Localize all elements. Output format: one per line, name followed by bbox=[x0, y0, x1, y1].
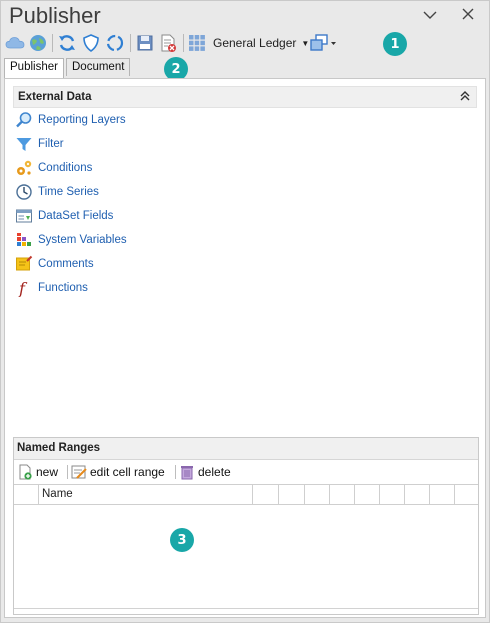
named-ranges-title: Named Ranges bbox=[17, 442, 101, 454]
named-ranges-grid-header: Name bbox=[14, 484, 478, 505]
external-data-item-label: DataSet Fields bbox=[38, 210, 114, 222]
column-divider bbox=[404, 485, 405, 504]
toolbar-separator bbox=[67, 465, 68, 479]
external-data-item-label: Functions bbox=[38, 282, 88, 294]
svg-text:f: f bbox=[18, 279, 28, 297]
named-ranges-toolbar: new edit cell range delete bbox=[14, 460, 478, 484]
callout-badge: 1 bbox=[383, 32, 407, 56]
tab-document[interactable]: Document bbox=[66, 58, 131, 76]
column-header-name[interactable]: Name bbox=[42, 488, 73, 500]
comment-icon bbox=[15, 255, 33, 273]
save-icon[interactable] bbox=[135, 33, 155, 53]
edit-cell-range-button[interactable]: edit cell range bbox=[71, 463, 165, 481]
toolbar-separator bbox=[175, 465, 176, 479]
external-data-item-time-series[interactable]: Time Series bbox=[15, 183, 99, 201]
toolbar-separator bbox=[52, 34, 53, 52]
delete-range-label: delete bbox=[198, 465, 231, 479]
delete-range-button[interactable]: delete bbox=[179, 463, 231, 481]
external-data-item-filter[interactable]: Filter bbox=[15, 135, 64, 153]
grid-icon[interactable] bbox=[187, 33, 207, 53]
named-ranges-section: Named Ranges new edit cell range delete … bbox=[13, 437, 479, 615]
collapse-icon[interactable] bbox=[460, 90, 470, 105]
ledger-dropdown-label: General Ledger bbox=[213, 36, 297, 50]
title-bar: Publisher bbox=[1, 1, 489, 31]
external-data-title: External Data bbox=[18, 91, 92, 103]
column-divider bbox=[304, 485, 305, 504]
globe-icon[interactable] bbox=[28, 33, 48, 53]
named-ranges-header: Named Ranges bbox=[14, 438, 478, 460]
external-data-item-comments[interactable]: Comments bbox=[15, 255, 94, 273]
external-data-item-label: System Variables bbox=[38, 234, 127, 246]
shield-icon[interactable] bbox=[81, 33, 101, 53]
sync-icon[interactable] bbox=[105, 33, 125, 53]
chevron-down-icon[interactable] bbox=[417, 4, 443, 26]
external-data-item-system-variables[interactable]: System Variables bbox=[15, 231, 127, 249]
external-data-item-label: Time Series bbox=[38, 186, 99, 198]
external-data-item-label: Comments bbox=[38, 258, 94, 270]
window-add-icon[interactable] bbox=[310, 33, 338, 53]
external-data-item-reporting-layers[interactable]: Reporting Layers bbox=[15, 111, 126, 129]
trash-icon bbox=[179, 464, 195, 480]
callout-badge: 3 bbox=[170, 528, 194, 552]
ledger-dropdown[interactable]: General Ledger ▼ bbox=[213, 33, 309, 53]
column-divider bbox=[454, 485, 455, 504]
variables-icon bbox=[15, 231, 33, 249]
external-data-item-conditions[interactable]: Conditions bbox=[15, 159, 92, 177]
column-divider bbox=[278, 485, 279, 504]
cloud-icon[interactable] bbox=[5, 33, 25, 53]
external-data-item-label: Conditions bbox=[38, 162, 93, 174]
filter-icon bbox=[15, 135, 33, 153]
column-divider bbox=[38, 485, 39, 504]
publisher-panel: External Data Reporting Layers Filter Co… bbox=[4, 78, 486, 618]
column-divider bbox=[329, 485, 330, 504]
toolbar-separator bbox=[183, 34, 184, 52]
dataset-icon bbox=[15, 207, 33, 225]
window-title: Publisher bbox=[9, 3, 101, 28]
grid-bottom-border bbox=[14, 608, 478, 609]
new-range-button[interactable]: new bbox=[17, 463, 58, 481]
edit-cell-range-label: edit cell range bbox=[90, 465, 165, 479]
tab-publisher[interactable]: Publisher bbox=[4, 58, 64, 79]
column-divider bbox=[429, 485, 430, 504]
external-data-item-dataset-fields[interactable]: DataSet Fields bbox=[15, 207, 113, 225]
new-document-icon bbox=[17, 464, 33, 480]
search-icon bbox=[15, 111, 33, 129]
external-data-header[interactable]: External Data bbox=[13, 86, 477, 108]
edit-range-icon bbox=[71, 464, 87, 480]
publisher-pane: Publisher General Ledger ▼ 1 2 Publisher… bbox=[0, 0, 490, 623]
close-icon[interactable] bbox=[455, 4, 481, 26]
column-divider bbox=[379, 485, 380, 504]
new-range-label: new bbox=[36, 465, 59, 479]
function-icon: f bbox=[15, 279, 33, 297]
refresh-icon[interactable] bbox=[57, 33, 77, 53]
delete-document-icon[interactable] bbox=[158, 33, 178, 53]
external-data-item-functions[interactable]: f Functions bbox=[15, 279, 88, 297]
external-data-item-label: Reporting Layers bbox=[38, 114, 126, 126]
chevron-down-icon: ▼ bbox=[301, 38, 310, 48]
column-divider bbox=[252, 485, 253, 504]
external-data-item-label: Filter bbox=[38, 138, 64, 150]
toolbar: General Ledger ▼ 1 bbox=[1, 31, 489, 57]
column-divider bbox=[354, 485, 355, 504]
gears-icon bbox=[15, 159, 33, 177]
clock-icon bbox=[15, 183, 33, 201]
toolbar-separator bbox=[130, 34, 131, 52]
